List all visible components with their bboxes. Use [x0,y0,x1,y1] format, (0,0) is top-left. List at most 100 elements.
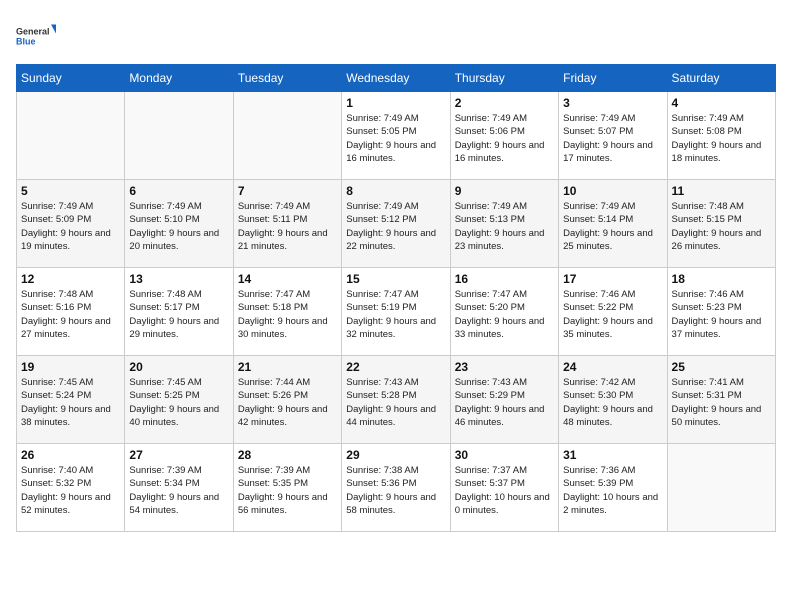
calendar-cell: 13 Sunrise: 7:48 AMSunset: 5:17 PMDayligh… [125,268,233,356]
calendar-table: SundayMondayTuesdayWednesdayThursdayFrid… [16,64,776,532]
day-info: Sunrise: 7:49 AMSunset: 5:08 PMDaylight:… [672,112,771,165]
calendar-cell: 7 Sunrise: 7:49 AMSunset: 5:11 PMDaylight… [233,180,341,268]
calendar-cell: 9 Sunrise: 7:49 AMSunset: 5:13 PMDaylight… [450,180,558,268]
day-info: Sunrise: 7:43 AMSunset: 5:29 PMDaylight:… [455,376,554,429]
day-number: 7 [238,184,337,198]
day-info: Sunrise: 7:46 AMSunset: 5:23 PMDaylight:… [672,288,771,341]
calendar-week-row: 12 Sunrise: 7:48 AMSunset: 5:16 PMDayligh… [17,268,776,356]
calendar-cell: 12 Sunrise: 7:48 AMSunset: 5:16 PMDayligh… [17,268,125,356]
calendar-cell: 4 Sunrise: 7:49 AMSunset: 5:08 PMDaylight… [667,92,775,180]
day-number: 9 [455,184,554,198]
calendar-cell: 28 Sunrise: 7:39 AMSunset: 5:35 PMDayligh… [233,444,341,532]
day-number: 22 [346,360,445,374]
day-number: 23 [455,360,554,374]
calendar-cell: 19 Sunrise: 7:45 AMSunset: 5:24 PMDayligh… [17,356,125,444]
column-header-monday: Monday [125,65,233,92]
day-info: Sunrise: 7:42 AMSunset: 5:30 PMDaylight:… [563,376,662,429]
day-info: Sunrise: 7:48 AMSunset: 5:16 PMDaylight:… [21,288,120,341]
day-info: Sunrise: 7:47 AMSunset: 5:18 PMDaylight:… [238,288,337,341]
calendar-cell: 27 Sunrise: 7:39 AMSunset: 5:34 PMDayligh… [125,444,233,532]
day-info: Sunrise: 7:37 AMSunset: 5:37 PMDaylight:… [455,464,554,517]
day-number: 26 [21,448,120,462]
calendar-cell: 22 Sunrise: 7:43 AMSunset: 5:28 PMDayligh… [342,356,450,444]
column-header-wednesday: Wednesday [342,65,450,92]
day-number: 4 [672,96,771,110]
calendar-cell: 15 Sunrise: 7:47 AMSunset: 5:19 PMDayligh… [342,268,450,356]
day-number: 15 [346,272,445,286]
calendar-cell [233,92,341,180]
calendar-cell [125,92,233,180]
calendar-cell: 26 Sunrise: 7:40 AMSunset: 5:32 PMDayligh… [17,444,125,532]
logo: General Blue [16,16,56,56]
day-info: Sunrise: 7:49 AMSunset: 5:12 PMDaylight:… [346,200,445,253]
day-info: Sunrise: 7:49 AMSunset: 5:13 PMDaylight:… [455,200,554,253]
day-info: Sunrise: 7:41 AMSunset: 5:31 PMDaylight:… [672,376,771,429]
day-info: Sunrise: 7:49 AMSunset: 5:11 PMDaylight:… [238,200,337,253]
column-header-tuesday: Tuesday [233,65,341,92]
day-info: Sunrise: 7:39 AMSunset: 5:35 PMDaylight:… [238,464,337,517]
day-info: Sunrise: 7:46 AMSunset: 5:22 PMDaylight:… [563,288,662,341]
day-number: 3 [563,96,662,110]
calendar-cell: 31 Sunrise: 7:36 AMSunset: 5:39 PMDayligh… [559,444,667,532]
day-info: Sunrise: 7:49 AMSunset: 5:07 PMDaylight:… [563,112,662,165]
day-info: Sunrise: 7:45 AMSunset: 5:25 PMDaylight:… [129,376,228,429]
calendar-cell: 14 Sunrise: 7:47 AMSunset: 5:18 PMDayligh… [233,268,341,356]
day-info: Sunrise: 7:45 AMSunset: 5:24 PMDaylight:… [21,376,120,429]
day-number: 11 [672,184,771,198]
calendar-week-row: 19 Sunrise: 7:45 AMSunset: 5:24 PMDayligh… [17,356,776,444]
column-header-thursday: Thursday [450,65,558,92]
day-info: Sunrise: 7:48 AMSunset: 5:17 PMDaylight:… [129,288,228,341]
calendar-header-row: SundayMondayTuesdayWednesdayThursdayFrid… [17,65,776,92]
calendar-week-row: 1Sunrise: 7:49 AMSunset: 5:05 PMDaylight… [17,92,776,180]
day-info: Sunrise: 7:38 AMSunset: 5:36 PMDaylight:… [346,464,445,517]
column-header-sunday: Sunday [17,65,125,92]
calendar-cell: 18Sunrise: 7:46 AMSunset: 5:23 PMDayligh… [667,268,775,356]
calendar-cell: 8 Sunrise: 7:49 AMSunset: 5:12 PMDaylight… [342,180,450,268]
svg-text:General: General [16,27,50,37]
calendar-week-row: 26 Sunrise: 7:40 AMSunset: 5:32 PMDayligh… [17,444,776,532]
day-info: Sunrise: 7:44 AMSunset: 5:26 PMDaylight:… [238,376,337,429]
column-header-friday: Friday [559,65,667,92]
calendar-cell: 30 Sunrise: 7:37 AMSunset: 5:37 PMDayligh… [450,444,558,532]
calendar-cell: 29 Sunrise: 7:38 AMSunset: 5:36 PMDayligh… [342,444,450,532]
day-info: Sunrise: 7:49 AMSunset: 5:06 PMDaylight:… [455,112,554,165]
calendar-cell: 24Sunrise: 7:42 AMSunset: 5:30 PMDayligh… [559,356,667,444]
calendar-cell: 3 Sunrise: 7:49 AMSunset: 5:07 PMDaylight… [559,92,667,180]
day-number: 21 [238,360,337,374]
day-number: 13 [129,272,228,286]
day-number: 28 [238,448,337,462]
calendar-cell: 23 Sunrise: 7:43 AMSunset: 5:29 PMDayligh… [450,356,558,444]
calendar-cell: 20 Sunrise: 7:45 AMSunset: 5:25 PMDayligh… [125,356,233,444]
logo-svg: General Blue [16,16,56,56]
day-number: 14 [238,272,337,286]
svg-text:Blue: Blue [16,37,36,47]
day-number: 31 [563,448,662,462]
day-number: 27 [129,448,228,462]
calendar-cell: 6 Sunrise: 7:49 AMSunset: 5:10 PMDaylight… [125,180,233,268]
day-number: 20 [129,360,228,374]
day-number: 12 [21,272,120,286]
calendar-cell: 11 Sunrise: 7:48 AMSunset: 5:15 PMDayligh… [667,180,775,268]
day-number: 6 [129,184,228,198]
day-info: Sunrise: 7:49 AMSunset: 5:05 PMDaylight:… [346,112,445,165]
day-info: Sunrise: 7:40 AMSunset: 5:32 PMDaylight:… [21,464,120,517]
day-number: 2 [455,96,554,110]
day-info: Sunrise: 7:48 AMSunset: 5:15 PMDaylight:… [672,200,771,253]
day-number: 29 [346,448,445,462]
day-number: 8 [346,184,445,198]
day-number: 16 [455,272,554,286]
day-number: 30 [455,448,554,462]
calendar-cell: 21 Sunrise: 7:44 AMSunset: 5:26 PMDayligh… [233,356,341,444]
calendar-cell: 10Sunrise: 7:49 AMSunset: 5:14 PMDayligh… [559,180,667,268]
day-info: Sunrise: 7:43 AMSunset: 5:28 PMDaylight:… [346,376,445,429]
day-info: Sunrise: 7:47 AMSunset: 5:19 PMDaylight:… [346,288,445,341]
column-header-saturday: Saturday [667,65,775,92]
calendar-cell: 1Sunrise: 7:49 AMSunset: 5:05 PMDaylight… [342,92,450,180]
day-info: Sunrise: 7:39 AMSunset: 5:34 PMDaylight:… [129,464,228,517]
calendar-cell: 25Sunrise: 7:41 AMSunset: 5:31 PMDayligh… [667,356,775,444]
day-info: Sunrise: 7:36 AMSunset: 5:39 PMDaylight:… [563,464,662,517]
calendar-cell: 16Sunrise: 7:47 AMSunset: 5:20 PMDayligh… [450,268,558,356]
calendar-cell: 2 Sunrise: 7:49 AMSunset: 5:06 PMDaylight… [450,92,558,180]
day-number: 19 [21,360,120,374]
day-info: Sunrise: 7:49 AMSunset: 5:10 PMDaylight:… [129,200,228,253]
